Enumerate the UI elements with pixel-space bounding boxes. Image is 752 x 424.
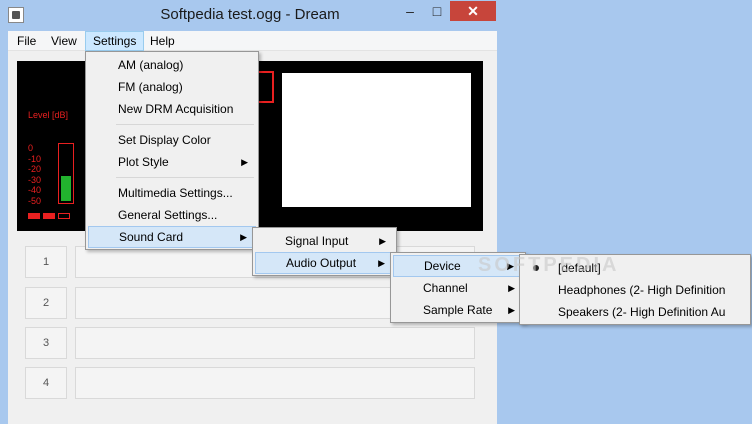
menu-item-multimedia-settings[interactable]: Multimedia Settings... [88, 182, 256, 204]
submenu-arrow-icon: ▶ [378, 258, 385, 268]
menu-item-fm-analog[interactable]: FM (analog) [88, 76, 256, 98]
submenu-arrow-icon: ▶ [508, 305, 515, 315]
service-button-1[interactable]: 1 [25, 246, 67, 278]
app-window: Softpedia test.ogg - Dream – □ ✕ File Vi… [0, 0, 752, 424]
maximize-button[interactable]: □ [424, 1, 450, 21]
menu-help[interactable]: Help [143, 31, 182, 51]
menu-separator [116, 124, 254, 125]
menu-separator [116, 177, 254, 178]
submenu-arrow-icon: ▶ [508, 283, 515, 293]
menu-item-new-drm-acquisition[interactable]: New DRM Acquisition [88, 98, 256, 120]
menu-file[interactable]: File [10, 31, 43, 51]
service-label-4 [75, 367, 475, 399]
minimize-button[interactable]: – [397, 1, 423, 21]
menu-item-am-analog[interactable]: AM (analog) [88, 54, 256, 76]
menu-item-sound-card[interactable]: Sound Card ▶ [88, 226, 256, 248]
service-button-3[interactable]: 3 [25, 327, 67, 359]
level-meter [58, 143, 74, 204]
menu-item-set-display-color[interactable]: Set Display Color [88, 129, 256, 151]
level-meter-fill [61, 176, 71, 201]
close-button[interactable]: ✕ [450, 1, 496, 21]
sound-card-menu: Signal Input ▶ Audio Output ▶ [252, 227, 397, 276]
service-button-4[interactable]: 4 [25, 367, 67, 399]
menu-item-audio-output[interactable]: Audio Output ▶ [255, 252, 394, 274]
level-scale: 0 -10 -20 -30 -40 -50 [28, 143, 42, 206]
submenu-arrow-icon: ▶ [379, 236, 386, 246]
status-led [43, 213, 55, 219]
submenu-arrow-icon: ▶ [240, 232, 247, 242]
menu-item-sample-rate[interactable]: Sample Rate ▶ [393, 299, 523, 321]
status-led [58, 213, 70, 219]
menu-item-general-settings[interactable]: General Settings... [88, 204, 256, 226]
red-indicator-frame [258, 71, 274, 103]
menu-item-device-headphones[interactable]: Headphones (2- High Definition [522, 279, 748, 301]
text-message-panel [282, 73, 471, 207]
submenu-arrow-icon: ▶ [241, 157, 248, 167]
settings-menu: AM (analog) FM (analog) New DRM Acquisit… [85, 51, 259, 250]
menu-item-plot-style[interactable]: Plot Style ▶ [88, 151, 256, 173]
menu-item-signal-input[interactable]: Signal Input ▶ [255, 230, 394, 252]
service-button-2[interactable]: 2 [25, 287, 67, 319]
title-bar[interactable]: Softpedia test.ogg - Dream [0, 0, 752, 31]
menu-item-device-speakers[interactable]: Speakers (2- High Definition Au [522, 301, 748, 323]
menu-settings[interactable]: Settings [85, 31, 145, 51]
status-led [28, 213, 40, 219]
menu-view[interactable]: View [44, 31, 84, 51]
service-label-3 [75, 327, 475, 359]
menu-item-channel[interactable]: Channel ▶ [393, 277, 523, 299]
watermark: SOFTPEDIA [478, 254, 620, 276]
level-label: Level [dB] [28, 110, 69, 120]
menu-bar: File View Settings Help [8, 31, 497, 51]
